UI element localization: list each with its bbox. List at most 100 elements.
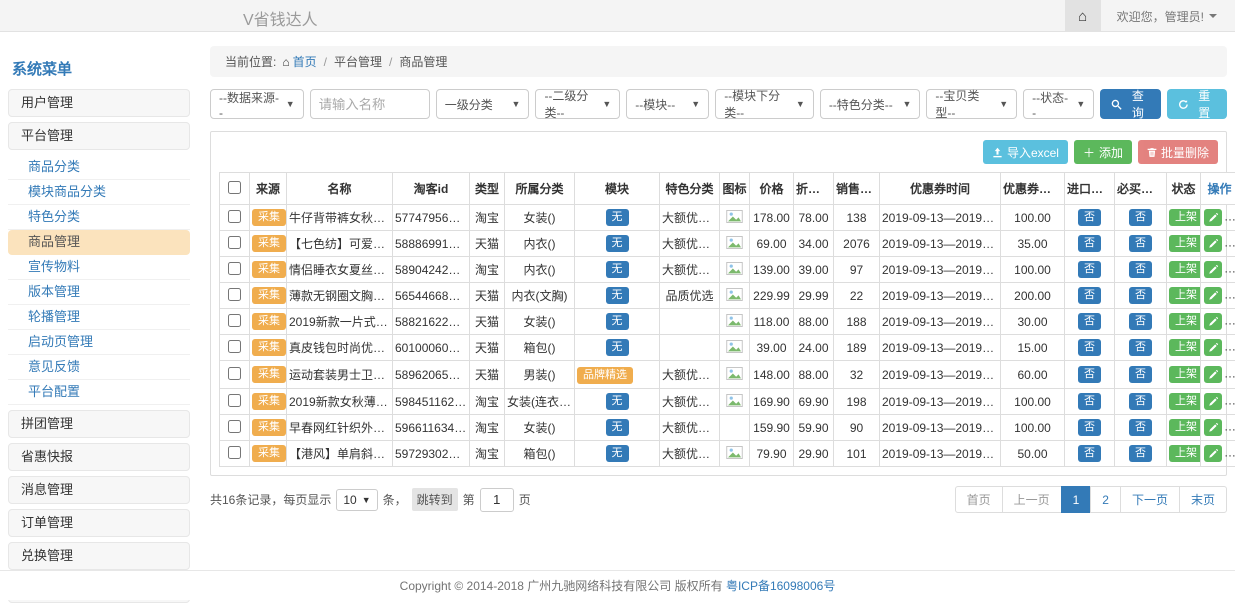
filter-select[interactable]: --宝贝类型--▼ xyxy=(926,89,1017,119)
must-buy-badge[interactable]: 否 xyxy=(1129,287,1152,304)
module-badge[interactable]: 无 xyxy=(606,339,629,356)
row-checkbox[interactable] xyxy=(228,236,241,249)
sidebar-section[interactable]: 省惠快报 xyxy=(8,443,190,471)
edit-button[interactable] xyxy=(1204,366,1222,383)
module-badge[interactable]: 无 xyxy=(606,393,629,410)
row-checkbox[interactable] xyxy=(228,314,241,327)
row-checkbox[interactable] xyxy=(228,446,241,459)
sidebar-link[interactable]: 特色分类 xyxy=(8,205,190,230)
module-badge[interactable]: 无 xyxy=(606,209,629,226)
icp-link[interactable]: 粤ICP备16098006号 xyxy=(726,577,835,594)
status-badge[interactable]: 上架 xyxy=(1169,445,1201,462)
import-select-badge[interactable]: 否 xyxy=(1078,313,1101,330)
home-icon[interactable]: ⌂ xyxy=(1065,0,1101,32)
edit-button[interactable] xyxy=(1204,445,1222,462)
sidebar-link[interactable]: 版本管理 xyxy=(8,280,190,305)
import-select-badge[interactable]: 否 xyxy=(1078,287,1101,304)
module-badge[interactable]: 品牌精选 xyxy=(577,367,633,384)
select-all-checkbox[interactable] xyxy=(228,181,241,194)
row-checkbox[interactable] xyxy=(228,288,241,301)
must-buy-badge[interactable]: 否 xyxy=(1129,393,1152,410)
sidebar-section[interactable]: 兑换管理 xyxy=(8,542,190,570)
sidebar-link[interactable]: 模块商品分类 xyxy=(8,180,190,205)
status-badge[interactable]: 上架 xyxy=(1169,261,1201,278)
jump-button[interactable]: 跳转到 xyxy=(412,488,458,511)
import-select-badge[interactable]: 否 xyxy=(1078,209,1101,226)
row-checkbox[interactable] xyxy=(228,420,241,433)
sidebar-link[interactable]: 宣传物料 xyxy=(8,255,190,280)
status-badge[interactable]: 上架 xyxy=(1169,366,1201,383)
name-search-input[interactable] xyxy=(310,89,430,119)
must-buy-badge[interactable]: 否 xyxy=(1129,235,1152,252)
module-badge[interactable]: 无 xyxy=(606,261,629,278)
must-buy-badge[interactable]: 否 xyxy=(1129,339,1152,356)
import-select-badge[interactable]: 否 xyxy=(1078,339,1101,356)
must-buy-badge[interactable]: 否 xyxy=(1129,419,1152,436)
sidebar-link[interactable]: 商品分类 xyxy=(8,155,190,180)
row-checkbox[interactable] xyxy=(228,394,241,407)
add-button[interactable]: ＋ 添加 xyxy=(1074,140,1132,164)
module-badge[interactable]: 无 xyxy=(606,445,629,462)
per-page-select[interactable]: 10 ▼ xyxy=(336,489,377,511)
page-button[interactable]: 1 xyxy=(1061,486,1092,513)
sidebar-link[interactable]: 意见反馈 xyxy=(8,355,190,380)
sidebar-link[interactable]: 平台配置 xyxy=(8,380,190,405)
sidebar-section[interactable]: 拼团管理 xyxy=(8,410,190,438)
status-badge[interactable]: 上架 xyxy=(1169,339,1201,356)
filter-select[interactable]: --特色分类--▼ xyxy=(820,89,921,119)
status-badge[interactable]: 上架 xyxy=(1169,235,1201,252)
filter-select[interactable]: --模块下分类--▼ xyxy=(715,89,814,119)
status-badge[interactable]: 上架 xyxy=(1169,313,1201,330)
import-excel-button[interactable]: 导入excel xyxy=(983,140,1068,164)
import-select-badge[interactable]: 否 xyxy=(1078,393,1101,410)
import-select-badge[interactable]: 否 xyxy=(1078,235,1101,252)
sidebar-link[interactable]: 商品管理 xyxy=(8,230,190,255)
must-buy-badge[interactable]: 否 xyxy=(1129,313,1152,330)
row-checkbox[interactable] xyxy=(228,367,241,380)
breadcrumb-home-link[interactable]: 首页 xyxy=(293,55,317,69)
reset-button[interactable]: 重置 xyxy=(1167,89,1227,119)
edit-button[interactable] xyxy=(1204,261,1222,278)
status-badge[interactable]: 上架 xyxy=(1169,209,1201,226)
sidebar-section[interactable]: 订单管理 xyxy=(8,509,190,537)
filter-select[interactable]: --模块--▼ xyxy=(626,89,709,119)
edit-button[interactable] xyxy=(1204,393,1222,410)
status-badge[interactable]: 上架 xyxy=(1169,393,1201,410)
module-badge[interactable]: 无 xyxy=(606,235,629,252)
filter-select[interactable]: --二级分类--▼ xyxy=(535,89,620,119)
status-badge[interactable]: 上架 xyxy=(1169,419,1201,436)
module-badge[interactable]: 无 xyxy=(606,419,629,436)
filter-select[interactable]: 一级分类▼ xyxy=(436,89,530,119)
edit-button[interactable] xyxy=(1204,313,1222,330)
batch-delete-button[interactable]: 批量删除 xyxy=(1138,140,1218,164)
sidebar-link[interactable]: 启动页管理 xyxy=(8,330,190,355)
import-select-badge[interactable]: 否 xyxy=(1078,419,1101,436)
edit-button[interactable] xyxy=(1204,235,1222,252)
row-checkbox[interactable] xyxy=(228,262,241,275)
edit-button[interactable] xyxy=(1204,419,1222,436)
module-badge[interactable]: 无 xyxy=(606,313,629,330)
must-buy-badge[interactable]: 否 xyxy=(1129,261,1152,278)
row-checkbox[interactable] xyxy=(228,210,241,223)
sidebar-link[interactable]: 轮播管理 xyxy=(8,305,190,330)
page-button[interactable]: 末页 xyxy=(1179,486,1227,513)
edit-button[interactable] xyxy=(1204,339,1222,356)
import-select-badge[interactable]: 否 xyxy=(1078,445,1101,462)
row-checkbox[interactable] xyxy=(228,340,241,353)
jump-page-input[interactable] xyxy=(480,488,514,512)
edit-button[interactable] xyxy=(1204,209,1222,226)
import-select-badge[interactable]: 否 xyxy=(1078,261,1101,278)
status-badge[interactable]: 上架 xyxy=(1169,287,1201,304)
page-button[interactable]: 下一页 xyxy=(1120,486,1180,513)
must-buy-badge[interactable]: 否 xyxy=(1129,366,1152,383)
must-buy-badge[interactable]: 否 xyxy=(1129,209,1152,226)
filter-select[interactable]: --状态--▼ xyxy=(1023,89,1094,119)
sidebar-section[interactable]: 用户管理 xyxy=(8,89,190,117)
sidebar-section[interactable]: 消息管理 xyxy=(8,476,190,504)
page-button[interactable]: 2 xyxy=(1090,486,1121,513)
edit-button[interactable] xyxy=(1204,287,1222,304)
filter-select[interactable]: --数据来源--▼ xyxy=(210,89,304,119)
search-button[interactable]: 查询 xyxy=(1100,89,1160,119)
sidebar-section[interactable]: 平台管理 xyxy=(8,122,190,150)
module-badge[interactable]: 无 xyxy=(606,287,629,304)
